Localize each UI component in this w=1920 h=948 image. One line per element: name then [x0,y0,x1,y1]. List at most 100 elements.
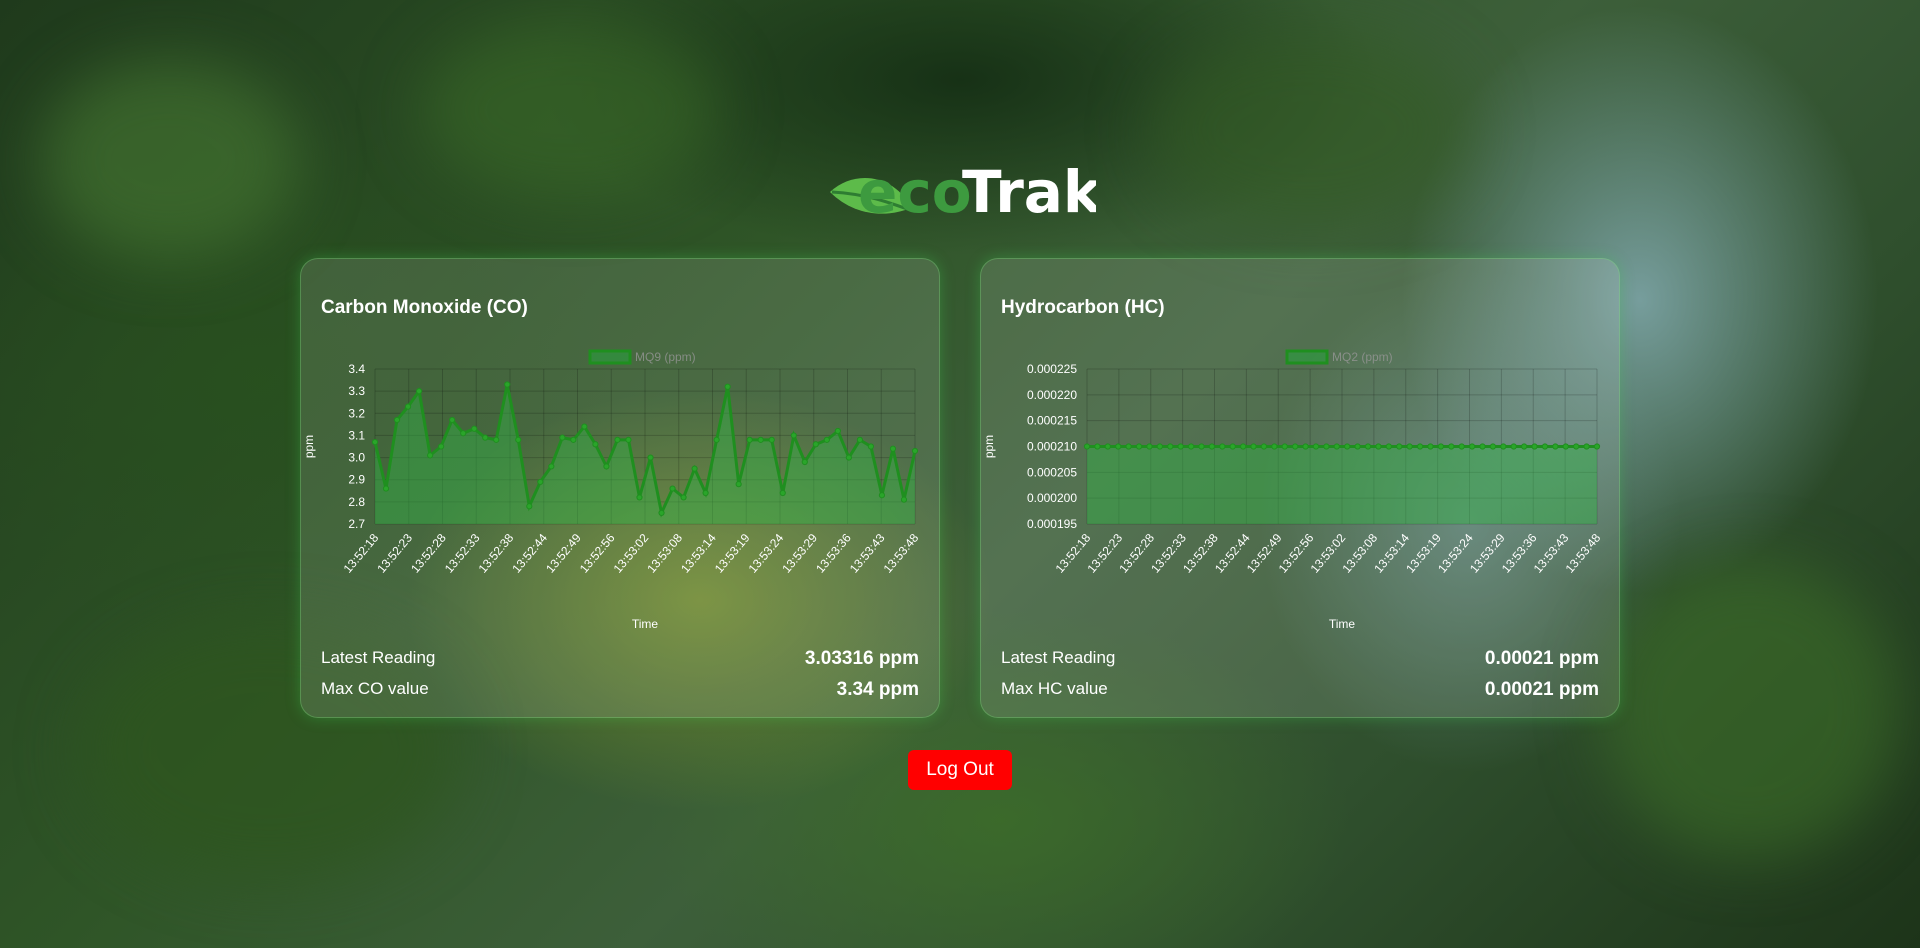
data-point [1271,443,1278,450]
data-point [691,465,698,472]
x-tick-label: 13:52:23 [374,531,415,576]
series-area [1087,446,1597,524]
data-point [1510,443,1517,450]
x-axis-label: Time [632,617,659,631]
data-point [636,494,643,501]
data-point [746,436,753,443]
data-point [1354,443,1361,450]
data-point [371,438,379,446]
data-point [1219,443,1226,450]
data-point [548,463,555,470]
data-point [603,463,610,470]
data-point [1469,443,1476,450]
data-point [680,494,687,501]
logo-eco-text: eco [858,158,972,226]
data-point [1406,443,1413,450]
data-point [1229,443,1236,450]
legend-label: MQ9 (ppm) [635,350,696,364]
co-chart: MQ9 (ppm) 3.4 3.3 3.2 3.1 3.0 2.9 2.8 2.713:52:1… [302,349,922,631]
x-tick-label: 13:53:02 [611,531,652,576]
data-point [1187,443,1195,450]
data-point [1552,443,1559,450]
latest-reading-value: 0.00021 ppm [1484,648,1599,669]
data-point [845,454,852,461]
co-card: Carbon Monoxide (CO) MQ9 (ppm) 3.4 3.3 3.2 3… [300,258,940,718]
y-tick-label: 0.000200 [1027,491,1077,505]
data-point [1250,443,1257,450]
data-point [823,436,830,443]
x-tick-label: 13:52:56 [577,531,618,576]
data-point [702,489,709,497]
data-point [526,503,533,510]
data-point [1292,443,1299,450]
x-tick-label: 13:53:14 [678,531,719,576]
max-value-row: Max CO value 3.34 ppm [321,679,919,701]
data-point [1562,443,1569,450]
background-foliage [1150,30,1470,230]
data-point [768,436,775,443]
data-point [856,436,863,443]
logout-button[interactable]: Log Out [908,750,1012,790]
data-point [1260,443,1268,450]
data-point [449,416,456,424]
data-point [515,436,522,443]
data-point [867,443,875,450]
data-point [900,496,908,503]
data-point [1364,443,1372,450]
data-point [581,423,588,430]
y-tick-label: 3.4 [348,362,365,376]
data-point [1094,443,1101,450]
data-point [1146,443,1153,450]
card-title: Hydrocarbon (HC) [1001,297,1165,318]
data-point [878,492,886,499]
y-axis-label: ppm [302,435,316,458]
max-value-label: Max CO value [321,679,429,698]
legend-label: MQ2 (ppm) [1332,350,1393,364]
max-value: 3.34 ppm [836,679,919,700]
data-point [460,430,467,437]
y-tick-label: 0.000210 [1027,440,1077,454]
data-point [482,434,489,441]
y-tick-label: 0.000195 [1027,517,1077,531]
data-point [1583,443,1590,450]
y-tick-label: 3.0 [348,451,365,465]
data-point [1541,443,1549,450]
data-point [537,478,544,486]
latest-reading-row: Latest Reading 3.03316 ppm [321,648,919,670]
data-point [1104,443,1111,450]
x-axis-label: Time [1329,617,1356,631]
hc-card: Hydrocarbon (HC) MQ2 (ppm) 0.000225 0.0002… [980,258,1620,718]
data-point [658,509,665,517]
data-point [779,489,786,497]
data-point [592,441,599,448]
data-point [1156,443,1163,450]
x-tick-label: 13:53:36 [813,531,854,576]
data-point [757,436,764,443]
data-point [1416,443,1424,450]
x-tick-label: 13:53:08 [644,531,685,576]
data-point [1489,443,1497,450]
x-tick-label: 13:53:19 [712,531,753,576]
data-point [834,427,841,435]
y-tick-label: 2.9 [348,473,365,487]
x-tick-label: 13:53:43 [847,531,888,576]
data-point [504,381,511,388]
x-tick-label: 13:53:29 [779,531,820,576]
data-point [1125,443,1132,450]
data-point [1344,443,1351,450]
x-tick-label: 13:52:28 [408,531,449,576]
x-tick-label: 13:52:18 [341,531,382,576]
y-tick-label: 0.000215 [1027,414,1077,428]
data-point [1573,443,1580,450]
legend-swatch [1285,349,1329,365]
latest-reading-label: Latest Reading [1001,648,1116,667]
data-point [1427,443,1434,450]
latest-reading-label: Latest Reading [321,648,436,667]
data-point [427,452,434,459]
data-point [812,441,819,448]
data-point [404,403,412,410]
data-point [1437,443,1444,450]
data-point [801,458,808,466]
background-foliage [420,20,720,200]
data-point [1333,443,1340,450]
